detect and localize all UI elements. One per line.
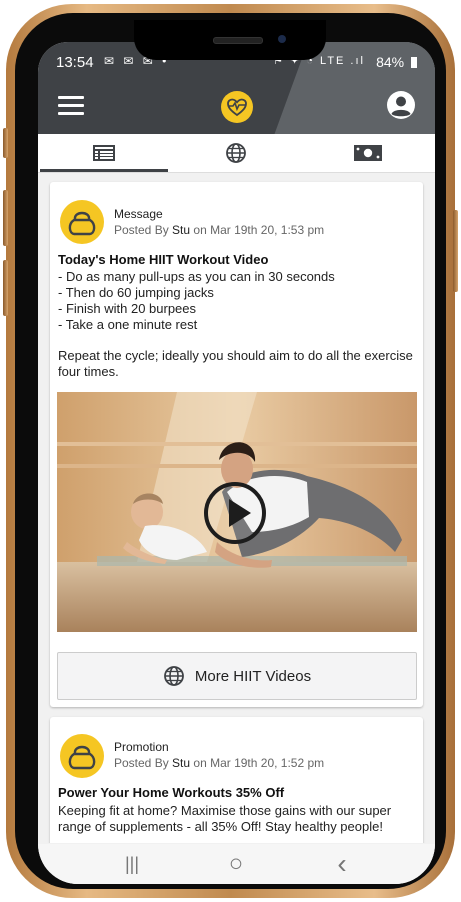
- account-circle-icon[interactable]: [387, 91, 415, 119]
- tab-bar: [38, 134, 435, 173]
- front-camera: [278, 35, 286, 43]
- post-card-message: Message Posted By Stu on Mar 19th 20, 1:…: [50, 182, 423, 707]
- battery-indicator: 84%: [376, 54, 417, 70]
- screen: 13:54 ✉ ✉ ✉ • ⚑ ✦ ◔ LTE .ıl 84% Message …: [38, 42, 435, 884]
- post-paragraph: four times.: [58, 364, 119, 379]
- volume-down-button: [3, 260, 8, 316]
- speaker: [213, 37, 263, 44]
- battery-percent: 84%: [376, 54, 405, 70]
- volume-up-button: [3, 190, 8, 246]
- menu-icon[interactable]: [58, 96, 84, 116]
- power-button: [453, 210, 458, 292]
- post-line: range of supplements - all 35% Off! Stay…: [58, 819, 383, 834]
- globe-icon: [226, 143, 246, 163]
- post-type: Message: [114, 207, 163, 221]
- status-time: 13:54: [56, 54, 94, 71]
- post-line: Keeping fit at home? Maximise those gain…: [58, 803, 392, 818]
- post-paragraph: Repeat the cycle; ideally you should aim…: [58, 348, 413, 363]
- heart-pulse-icon[interactable]: [221, 91, 253, 123]
- more-hiit-videos-button[interactable]: More HIIT Videos: [57, 652, 417, 700]
- post-body: - Do as many pull-ups as you can in 30 s…: [58, 269, 418, 380]
- post-title: Power Your Home Workouts 35% Off: [58, 785, 285, 800]
- more-hiit-videos-label: More HIIT Videos: [194, 667, 312, 685]
- kettlebell-icon: [60, 200, 104, 244]
- post-date: on Mar 19th 20, 1:52 pm: [193, 756, 325, 770]
- recents-button[interactable]: |||: [102, 850, 162, 878]
- post-date: on Mar 19th 20, 1:53 pm: [193, 223, 325, 237]
- money-icon: [354, 145, 382, 161]
- news-feed-icon: [93, 145, 115, 161]
- post-line: - Then do 60 jumping jacks: [58, 285, 214, 300]
- post-author[interactable]: Stu: [172, 223, 190, 237]
- news-feed: Message Posted By Stu on Mar 19th 20, 1:…: [38, 173, 435, 843]
- tab-news-feed[interactable]: [38, 134, 170, 172]
- globe-icon: [164, 666, 184, 686]
- mute-switch: [3, 128, 8, 158]
- post-type: Promotion: [114, 740, 169, 754]
- post-line: - Do as many pull-ups as you can in 30 s…: [58, 269, 335, 284]
- post-line: - Finish with 20 burpees: [58, 301, 197, 316]
- post-title: Today's Home HIIT Workout Video: [58, 252, 269, 267]
- kettlebell-icon: [60, 734, 104, 778]
- post-meta: Posted By Stu on Mar 19th 20, 1:53 pm: [114, 223, 325, 237]
- video-thumbnail[interactable]: [57, 392, 417, 632]
- home-button[interactable]: ○: [206, 850, 266, 878]
- post-author[interactable]: Stu: [172, 756, 190, 770]
- post-body: Keeping fit at home? Maximise those gain…: [58, 803, 418, 835]
- battery-icon: [411, 57, 417, 68]
- post-card-promotion: Promotion Posted By Stu on Mar 19th 20, …: [50, 717, 423, 843]
- system-nav-bar: ||| ○ ‹: [38, 844, 435, 884]
- back-button[interactable]: ‹: [312, 848, 372, 879]
- post-line: - Take a one minute rest: [58, 317, 198, 332]
- post-meta: Posted By Stu on Mar 19th 20, 1:52 pm: [114, 756, 325, 770]
- tab-money[interactable]: [302, 134, 434, 172]
- play-icon[interactable]: [204, 482, 266, 544]
- tab-globe[interactable]: [170, 134, 302, 172]
